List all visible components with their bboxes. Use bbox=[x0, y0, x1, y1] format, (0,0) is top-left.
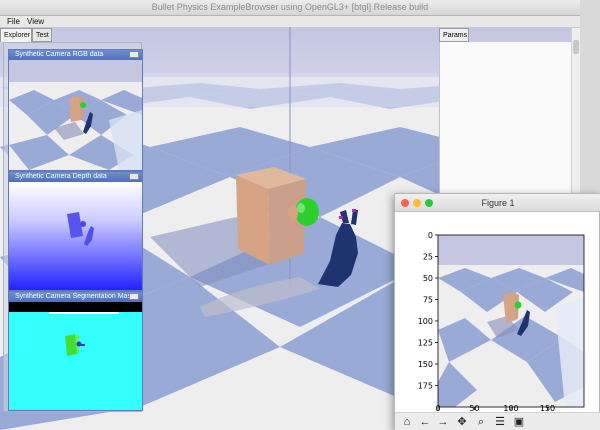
y-tick-label: 175 bbox=[418, 382, 433, 391]
params-scrollbar[interactable] bbox=[571, 28, 580, 194]
y-tick-label: 75 bbox=[423, 296, 433, 305]
camera-rgb-title[interactable]: Synthetic Camera RGB data bbox=[9, 50, 142, 60]
window-title: Bullet Physics ExampleBrowser using Open… bbox=[151, 2, 429, 12]
explorer-panel: Synthetic Camera RGB data Synthetic Came… bbox=[3, 42, 143, 412]
tab-explorer[interactable]: Explorer bbox=[0, 28, 32, 42]
figure-plot-area[interactable]: 0 25 50 75 100 125 150 175 0 50 100 150 bbox=[395, 212, 600, 413]
camera-depth-title[interactable]: Synthetic Camera Depth data bbox=[9, 172, 142, 182]
y-axis-ticks: 0 25 50 75 100 125 150 175 bbox=[418, 231, 438, 391]
camera-depth-window[interactable]: Synthetic Camera Depth data bbox=[8, 171, 143, 291]
params-panel bbox=[439, 42, 571, 194]
x-tick-label: 150 bbox=[540, 404, 555, 412]
menu-file[interactable]: File bbox=[7, 16, 20, 27]
menubar: File View bbox=[0, 16, 580, 27]
camera-segmentation-title-text: Synthetic Camera Segmentation Mask bbox=[15, 293, 135, 300]
camera-depth-image bbox=[9, 182, 142, 290]
pan-icon[interactable]: ✥ bbox=[454, 415, 470, 430]
figure-toolbar: ⌂ ← → ✥ ⌕ ☰ ▣ bbox=[395, 412, 600, 430]
menu-view[interactable]: View bbox=[27, 16, 44, 27]
forward-arrow-icon[interactable]: → bbox=[435, 415, 451, 430]
camera-rgb-window[interactable]: Synthetic Camera RGB data bbox=[8, 49, 143, 171]
x-tick-label: 0 bbox=[435, 404, 440, 412]
figure-titlebar[interactable]: Figure 1 bbox=[395, 194, 600, 212]
camera-segmentation-image bbox=[9, 302, 142, 410]
desktop: Bullet Physics ExampleBrowser using Open… bbox=[0, 0, 600, 430]
tab-params[interactable]: Params bbox=[439, 28, 469, 42]
main-titlebar[interactable]: Bullet Physics ExampleBrowser using Open… bbox=[0, 0, 580, 16]
camera-segmentation-window[interactable]: Synthetic Camera Segmentation Mask bbox=[8, 291, 143, 411]
minimize-icon[interactable] bbox=[129, 51, 139, 58]
y-tick-label: 0 bbox=[428, 231, 433, 240]
y-tick-label: 100 bbox=[418, 317, 433, 326]
camera-depth-title-text: Synthetic Camera Depth data bbox=[15, 173, 107, 180]
scroll-thumb[interactable] bbox=[573, 40, 579, 54]
minimize-icon[interactable] bbox=[129, 173, 139, 180]
back-arrow-icon[interactable]: ← bbox=[417, 415, 433, 430]
minimize-icon[interactable] bbox=[129, 293, 139, 300]
camera-rgb-title-text: Synthetic Camera RGB data bbox=[15, 51, 104, 58]
tab-test[interactable]: Test bbox=[32, 28, 52, 42]
y-tick-label: 50 bbox=[423, 274, 433, 283]
home-icon[interactable]: ⌂ bbox=[399, 415, 415, 430]
zoom-icon[interactable]: ⌕ bbox=[473, 415, 489, 430]
figure-title: Figure 1 bbox=[481, 198, 515, 208]
y-tick-label: 25 bbox=[423, 253, 433, 262]
camera-rgb-image bbox=[9, 60, 142, 170]
camera-segmentation-title[interactable]: Synthetic Camera Segmentation Mask bbox=[9, 292, 142, 302]
x-tick-label: 50 bbox=[469, 404, 479, 412]
configure-subplots-icon[interactable]: ☰ bbox=[492, 415, 508, 430]
figure-window: Figure 1 0 25 50 75 100 125 150 175 0 50… bbox=[394, 193, 600, 430]
y-tick-label: 150 bbox=[418, 360, 433, 369]
y-tick-label: 125 bbox=[418, 339, 433, 348]
image-axes bbox=[437, 234, 585, 408]
save-icon[interactable]: ▣ bbox=[511, 415, 527, 430]
x-tick-label: 100 bbox=[503, 404, 518, 412]
